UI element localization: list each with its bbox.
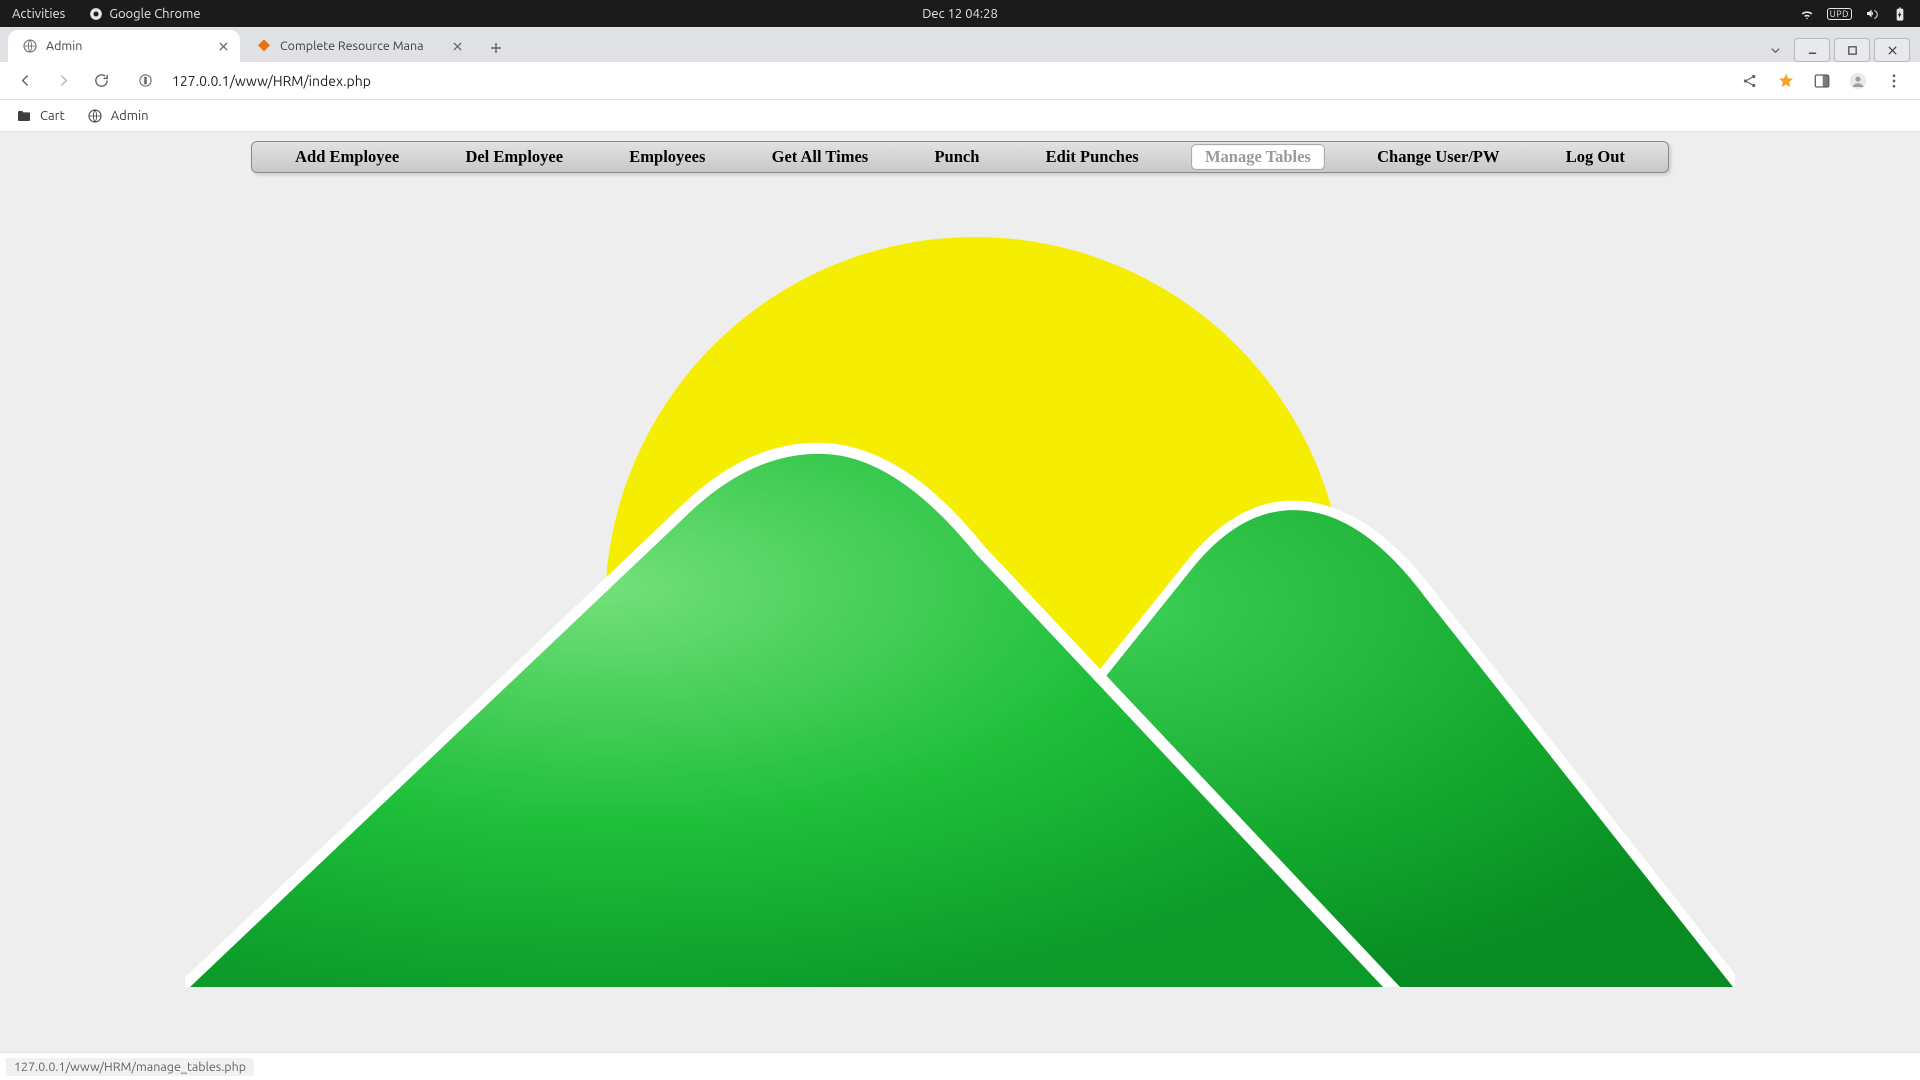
tab-close-button[interactable] [216,39,230,53]
share-icon[interactable] [1740,71,1760,91]
bookmark-cart[interactable]: Cart [16,108,65,124]
bookmark-star-icon[interactable] [1776,71,1796,91]
kebab-menu-icon[interactable] [1884,71,1904,91]
menu-employees[interactable]: Employees [615,144,719,170]
current-app-indicator[interactable]: Google Chrome [89,7,200,21]
menu-del-employee[interactable]: Del Employee [451,144,577,170]
volume-icon[interactable] [1864,6,1880,22]
battery-icon[interactable] [1892,6,1908,22]
address-field[interactable]: 127.0.0.1/www/HRM/index.php [168,73,1732,89]
side-panel-icon[interactable] [1812,71,1832,91]
menu-log-out[interactable]: Log Out [1552,144,1639,170]
diamond-icon [256,38,272,54]
bookmark-admin[interactable]: Admin [87,108,149,124]
window-controls [1760,38,1920,62]
folder-icon [16,108,32,124]
system-tray: UPD [1799,6,1908,22]
current-app-label: Google Chrome [109,7,200,21]
window-minimize-button[interactable] [1794,38,1830,62]
chrome-icon [89,7,103,21]
globe-icon [22,38,38,54]
landscape-graphic [185,207,1735,987]
window-maximize-button[interactable] [1834,38,1870,62]
activities-button[interactable]: Activities [12,7,65,21]
tab-search-button[interactable] [1760,38,1790,62]
clock[interactable]: Dec 12 04:28 [922,7,998,21]
status-url: 127.0.0.1/www/HRM/manage_tables.php [6,1058,254,1076]
wifi-icon[interactable] [1799,6,1815,22]
browser-tab-strip: Admin Complete Resource Mana [0,27,1920,62]
forward-button[interactable] [48,66,78,96]
browser-tab-admin[interactable]: Admin [8,30,240,62]
bookmarks-bar: Cart Admin [0,100,1920,132]
page-content: Add Employee Del Employee Employees Get … [0,132,1920,1052]
app-menu-bar: Add Employee Del Employee Employees Get … [251,141,1669,173]
reload-button[interactable] [86,66,116,96]
menu-get-all-times[interactable]: Get All Times [758,144,883,170]
site-info-icon[interactable] [130,66,160,96]
menu-punch[interactable]: Punch [920,144,993,170]
bookmark-label: Cart [40,109,65,123]
window-close-button[interactable] [1874,38,1910,62]
new-tab-button[interactable] [482,34,510,62]
profile-avatar-icon[interactable] [1848,71,1868,91]
tab-close-button[interactable] [450,39,464,53]
back-button[interactable] [10,66,40,96]
menu-manage-tables[interactable]: Manage Tables [1191,144,1325,170]
tab-title: Admin [46,39,208,53]
menu-edit-punches[interactable]: Edit Punches [1032,144,1153,170]
bookmark-label: Admin [111,109,149,123]
menu-add-employee[interactable]: Add Employee [281,144,413,170]
browser-toolbar: 127.0.0.1/www/HRM/index.php [0,62,1920,100]
globe-icon [87,108,103,124]
updates-badge[interactable]: UPD [1827,8,1852,20]
menu-change-user-pw[interactable]: Change User/PW [1363,144,1513,170]
gnome-top-bar: Activities Google Chrome Dec 12 04:28 UP… [0,0,1920,27]
tab-title: Complete Resource Mana [280,39,442,53]
browser-status-bar: 127.0.0.1/www/HRM/manage_tables.php [0,1052,1920,1080]
browser-tab-resource-mgmt[interactable]: Complete Resource Mana [242,30,474,62]
